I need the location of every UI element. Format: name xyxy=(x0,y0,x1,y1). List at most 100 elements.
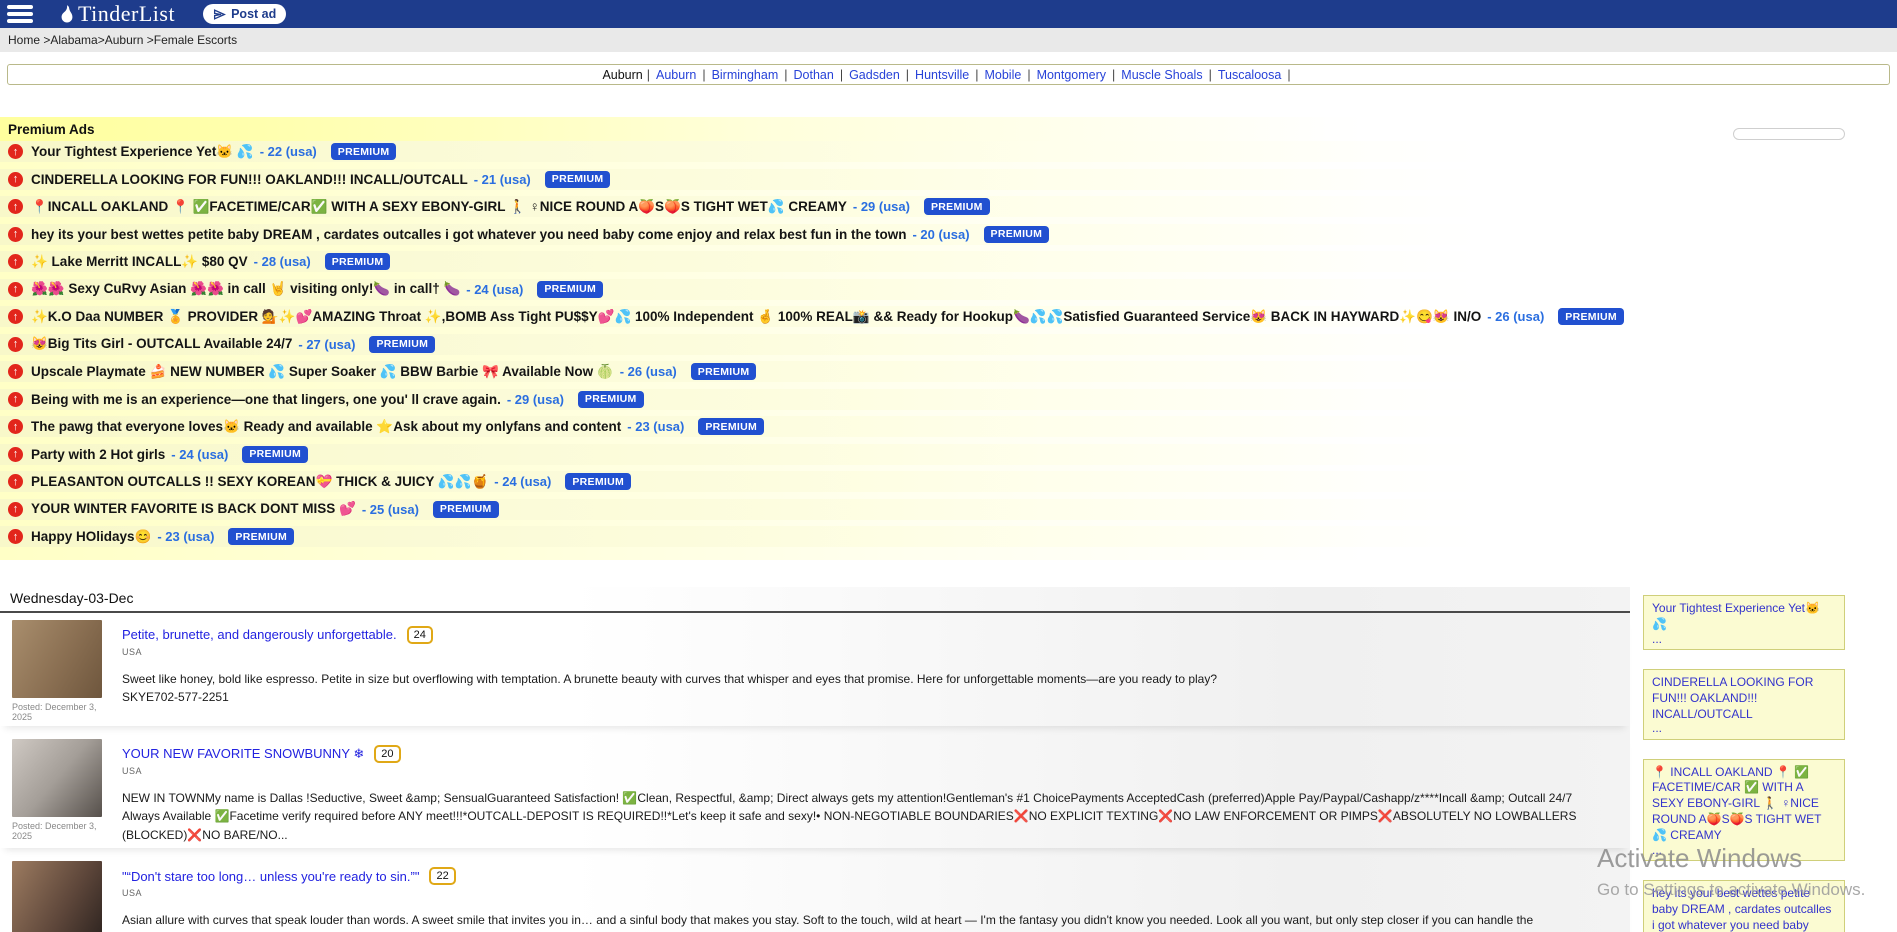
premium-ad-row[interactable]: ↑ Happy HOlidays😊 - 23 (usa) PREMIUM xyxy=(0,526,1897,547)
premium-ad-meta[interactable]: - 24 (usa) xyxy=(466,282,523,297)
premium-ad-title[interactable]: 😻Big Tits Girl - OUTCALL Available 24/7 xyxy=(31,336,292,352)
premium-ad-meta[interactable]: - 28 (usa) xyxy=(254,254,311,269)
city-link[interactable]: Huntsville xyxy=(915,68,969,82)
premium-ad-row[interactable]: ↑ The pawg that everyone loves🐱 Ready an… xyxy=(0,416,1897,437)
premium-ad-meta[interactable]: - 20 (usa) xyxy=(912,227,969,242)
premium-ad-title[interactable]: 🌺🌺 Sexy CuRvy Asian 🌺🌺 in call 🤘 visitin… xyxy=(31,281,460,297)
paper-plane-icon xyxy=(213,8,226,21)
sidebar-ad-link[interactable]: Your Tightest Experience Yet🐱 💦 xyxy=(1652,601,1836,633)
post-ad-button[interactable]: Post ad xyxy=(203,4,286,24)
premium-ad-title[interactable]: Upscale Playmate 🍰 NEW NUMBER 💦 Super So… xyxy=(31,364,614,380)
premium-ad-meta[interactable]: - 27 (usa) xyxy=(298,337,355,352)
premium-ad-row[interactable]: ↑ ✨ Lake Merritt INCALL✨ $80 QV - 28 (us… xyxy=(0,251,1897,272)
premium-ad-meta[interactable]: - 21 (usa) xyxy=(474,172,531,187)
premium-ad-title[interactable]: Your Tightest Experience Yet🐱 💦 xyxy=(31,144,254,160)
premium-ad-row[interactable]: ↑ Being with me is an experience—one tha… xyxy=(0,389,1897,410)
city-link[interactable]: Tuscaloosa xyxy=(1218,68,1281,82)
premium-ad-title[interactable]: PLEASANTON OUTCALLS !! SEXY KOREAN💝 THIC… xyxy=(31,474,488,490)
premium-ad-meta[interactable]: - 29 (usa) xyxy=(507,392,564,407)
premium-ad-title[interactable]: YOUR WINTER FAVORITE IS BACK DONT MISS 💕 xyxy=(31,501,356,517)
listing-title-link[interactable]: YOUR NEW FAVORITE SNOWBUNNY ❄ xyxy=(122,746,364,762)
listing-thumb-column: Posted: December 3, 2025 xyxy=(12,739,104,845)
city-link[interactable]: Birmingham xyxy=(712,68,779,82)
sidebar-ad-ellipsis: ... xyxy=(1652,722,1836,735)
city-separator: | xyxy=(1209,68,1212,82)
premium-ad-title[interactable]: 📍INCALL OAKLAND 📍 ✅FACETIME/CAR✅ WITH A … xyxy=(31,199,847,215)
premium-ad-meta[interactable]: - 24 (usa) xyxy=(171,447,228,462)
listing-title-link[interactable]: "“Don't stare too long… unless you're re… xyxy=(122,869,419,884)
premium-ad-title[interactable]: Happy HOlidays😊 xyxy=(31,529,151,545)
listing-row: Posted: December 3, 2025 YOUR NEW FAVORI… xyxy=(0,732,1630,849)
premium-section-title: Premium Ads xyxy=(0,117,1897,141)
listing-body: "“Don't stare too long… unless you're re… xyxy=(122,861,1630,932)
upvote-icon: ↑ xyxy=(8,474,23,489)
premium-badge: PREMIUM xyxy=(325,253,391,270)
premium-ad-meta[interactable]: - 22 (usa) xyxy=(260,144,317,159)
site-logo[interactable]: TinderList xyxy=(57,1,175,27)
listing-row: Posted: December 3, 2025 "“Don't stare t… xyxy=(0,854,1630,932)
premium-ad-row[interactable]: ↑ 📍INCALL OAKLAND 📍 ✅FACETIME/CAR✅ WITH … xyxy=(0,196,1897,217)
premium-ad-title[interactable]: Party with 2 Hot girls xyxy=(31,447,165,462)
listings-section: Wednesday-03-Dec Posted: December 3, 202… xyxy=(0,587,1630,932)
premium-ad-meta[interactable]: - 26 (usa) xyxy=(1487,309,1544,324)
listing-row: Posted: December 3, 2025 Petite, brunett… xyxy=(0,613,1630,726)
premium-ad-meta[interactable]: - 23 (usa) xyxy=(157,529,214,544)
city-link[interactable]: Auburn xyxy=(656,68,696,82)
date-header: Wednesday-03-Dec xyxy=(0,587,1630,613)
listing-thumbnail[interactable] xyxy=(12,739,102,817)
premium-ad-meta[interactable]: - 23 (usa) xyxy=(627,419,684,434)
premium-ad-row[interactable]: ↑ hey its your best wettes petite baby D… xyxy=(0,224,1897,245)
sidebar-ad-box[interactable]: CINDERELLA LOOKING FOR FUN!!! OAKLAND!!!… xyxy=(1643,669,1845,740)
sidebar-ad-link[interactable]: CINDERELLA LOOKING FOR FUN!!! OAKLAND!!!… xyxy=(1652,675,1836,722)
premium-ad-row[interactable]: ↑ YOUR WINTER FAVORITE IS BACK DONT MISS… xyxy=(0,499,1897,520)
sidebar-ad-link[interactable]: 📍 INCALL OAKLAND 📍 ✅ FACETIME/CAR ✅ WITH… xyxy=(1652,765,1836,844)
premium-ad-meta[interactable]: - 26 (usa) xyxy=(620,364,677,379)
premium-ad-title[interactable]: hey its your best wettes petite baby DRE… xyxy=(31,227,906,242)
premium-badge: PREMIUM xyxy=(924,198,990,215)
premium-ad-title[interactable]: ✨K.O Daa NUMBER 🏅 PROVIDER 💁✨💕AMAZING Th… xyxy=(31,309,1481,325)
premium-ad-row[interactable]: ↑ Party with 2 Hot girls - 24 (usa) PREM… xyxy=(0,444,1897,465)
premium-ad-row[interactable]: ↑ PLEASANTON OUTCALLS !! SEXY KOREAN💝 TH… xyxy=(0,471,1897,492)
premium-rows: ↑ Your Tightest Experience Yet🐱 💦 - 22 (… xyxy=(0,141,1897,547)
premium-badge: PREMIUM xyxy=(537,281,603,298)
sidebar-ad-link[interactable]: hey its your best wettes petite baby DRE… xyxy=(1652,886,1836,932)
age-badge: 20 xyxy=(374,745,400,763)
breadcrumb[interactable]: Home >Alabama>Auburn >Female Escorts xyxy=(0,28,1897,52)
premium-ad-row[interactable]: ↑ Upscale Playmate 🍰 NEW NUMBER 💦 Super … xyxy=(0,361,1897,382)
premium-ad-meta[interactable]: - 25 (usa) xyxy=(362,502,419,517)
premium-ad-row[interactable]: ↑ Your Tightest Experience Yet🐱 💦 - 22 (… xyxy=(0,141,1897,162)
premium-badge: PREMIUM xyxy=(228,528,294,545)
sidebar-ad-box[interactable]: hey its your best wettes petite baby DRE… xyxy=(1643,880,1845,932)
premium-ad-row[interactable]: ↑ 😻Big Tits Girl - OUTCALL Available 24/… xyxy=(0,334,1897,355)
premium-ad-title[interactable]: ✨ Lake Merritt INCALL✨ $80 QV xyxy=(31,254,248,270)
listing-title-link[interactable]: Petite, brunette, and dangerously unforg… xyxy=(122,627,397,642)
sidebar-ad-box[interactable]: 📍 INCALL OAKLAND 📍 ✅ FACETIME/CAR ✅ WITH… xyxy=(1643,759,1845,861)
city-link[interactable]: Dothan xyxy=(794,68,834,82)
premium-ad-meta[interactable]: - 29 (usa) xyxy=(853,199,910,214)
upvote-icon: ↑ xyxy=(8,392,23,407)
listing-phone: SKYE702-577-2251 xyxy=(122,688,1612,707)
upvote-icon: ↑ xyxy=(8,447,23,462)
premium-ad-title[interactable]: The pawg that everyone loves🐱 Ready and … xyxy=(31,419,621,435)
premium-ad-title[interactable]: CINDERELLA LOOKING FOR FUN!!! OAKLAND!!!… xyxy=(31,172,468,187)
menu-icon[interactable] xyxy=(7,5,33,23)
listing-thumbnail[interactable] xyxy=(12,861,102,932)
premium-ad-row[interactable]: ↑ 🌺🌺 Sexy CuRvy Asian 🌺🌺 in call 🤘 visit… xyxy=(0,279,1897,300)
premium-ad-row[interactable]: ↑ ✨K.O Daa NUMBER 🏅 PROVIDER 💁✨💕AMAZING … xyxy=(0,306,1897,327)
premium-ad-meta[interactable]: - 24 (usa) xyxy=(494,474,551,489)
sidebar-ad-box[interactable]: Your Tightest Experience Yet🐱 💦 ... xyxy=(1643,595,1845,650)
city-link[interactable]: Muscle Shoals xyxy=(1121,68,1202,82)
page: TinderList Post ad Home >Alabama>Auburn … xyxy=(0,0,1897,932)
premium-ad-row[interactable]: ↑ CINDERELLA LOOKING FOR FUN!!! OAKLAND!… xyxy=(0,169,1897,190)
premium-ad-title[interactable]: Being with me is an experience—one that … xyxy=(31,392,501,407)
premium-badge: PREMIUM xyxy=(984,226,1050,243)
premium-section: Premium Ads ↑ Your Tightest Experience Y… xyxy=(0,117,1897,560)
upvote-icon: ↑ xyxy=(8,529,23,544)
premium-badge: PREMIUM xyxy=(698,418,764,435)
city-link[interactable]: Montgomery xyxy=(1037,68,1106,82)
sidebar: Your Tightest Experience Yet🐱 💦 ... CIND… xyxy=(1643,595,1845,932)
listing-thumbnail[interactable] xyxy=(12,620,102,698)
city-link[interactable]: Mobile xyxy=(984,68,1021,82)
city-link[interactable]: Gadsden xyxy=(849,68,900,82)
premium-badge: PREMIUM xyxy=(433,501,499,518)
